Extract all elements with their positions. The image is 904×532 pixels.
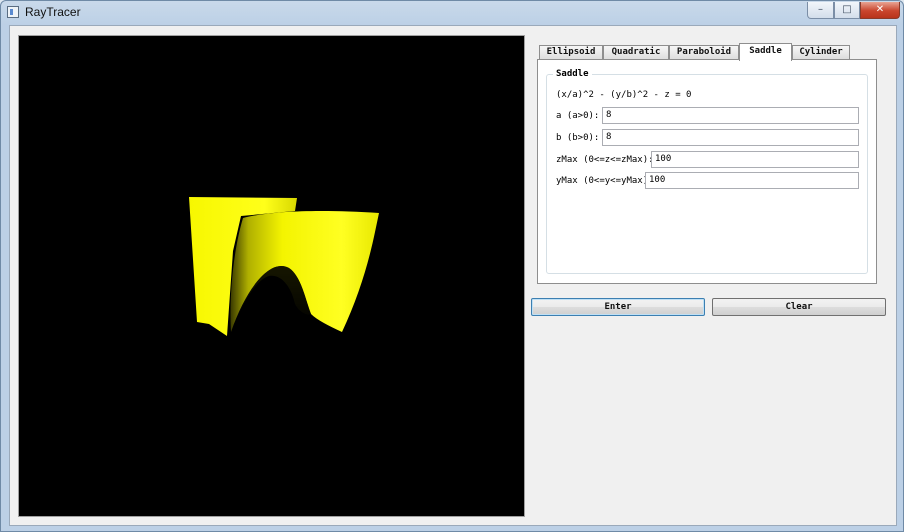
- b-input[interactable]: 8: [602, 129, 859, 146]
- enter-button[interactable]: Enter: [531, 298, 705, 316]
- saddle-front-sheet: [230, 210, 379, 332]
- ymax-label: yMax (0<=y<=yMax): [556, 176, 649, 186]
- saddle-tab-panel: Saddle (x/a)^2 - (y/b)^2 - z = 0 a (a>0)…: [537, 59, 877, 284]
- zmax-label: zMax (0<=z<=zMax):: [556, 155, 654, 165]
- a-input[interactable]: 8: [602, 107, 859, 124]
- a-label: a (a>0):: [556, 111, 600, 121]
- tab-quadratic[interactable]: Quadratic: [603, 45, 669, 60]
- render-viewport: [18, 35, 525, 517]
- tab-saddle[interactable]: Saddle: [739, 43, 792, 61]
- app-icon: [7, 6, 19, 18]
- tab-ellipsoid[interactable]: Ellipsoid: [539, 45, 603, 60]
- b-label: b (b>0):: [556, 133, 600, 143]
- ymax-input[interactable]: 100: [645, 172, 859, 189]
- clear-button[interactable]: Clear: [712, 298, 886, 316]
- zmax-input[interactable]: 100: [651, 151, 859, 168]
- title-bar[interactable]: RayTracer – □ ✕: [1, 1, 903, 25]
- tab-cylinder[interactable]: Cylinder: [792, 45, 850, 60]
- saddle-equation: (x/a)^2 - (y/b)^2 - z = 0: [556, 90, 692, 100]
- tab-paraboloid[interactable]: Paraboloid: [669, 45, 739, 60]
- window-title: RayTracer: [25, 5, 81, 19]
- main-client-area: Ellipsoid Quadratic Paraboloid Saddle Cy…: [9, 25, 897, 526]
- maximize-button[interactable]: □: [834, 2, 860, 19]
- saddle-parameters-group: Saddle (x/a)^2 - (y/b)^2 - z = 0 a (a>0)…: [546, 69, 868, 274]
- saddle-render: [189, 197, 379, 336]
- raytracer-window: RayTracer – □ ✕ Ellipsoid Quadratic Para…: [0, 0, 904, 532]
- group-title: Saddle: [553, 69, 592, 79]
- minimize-button[interactable]: –: [807, 2, 834, 19]
- close-button[interactable]: ✕: [860, 2, 900, 19]
